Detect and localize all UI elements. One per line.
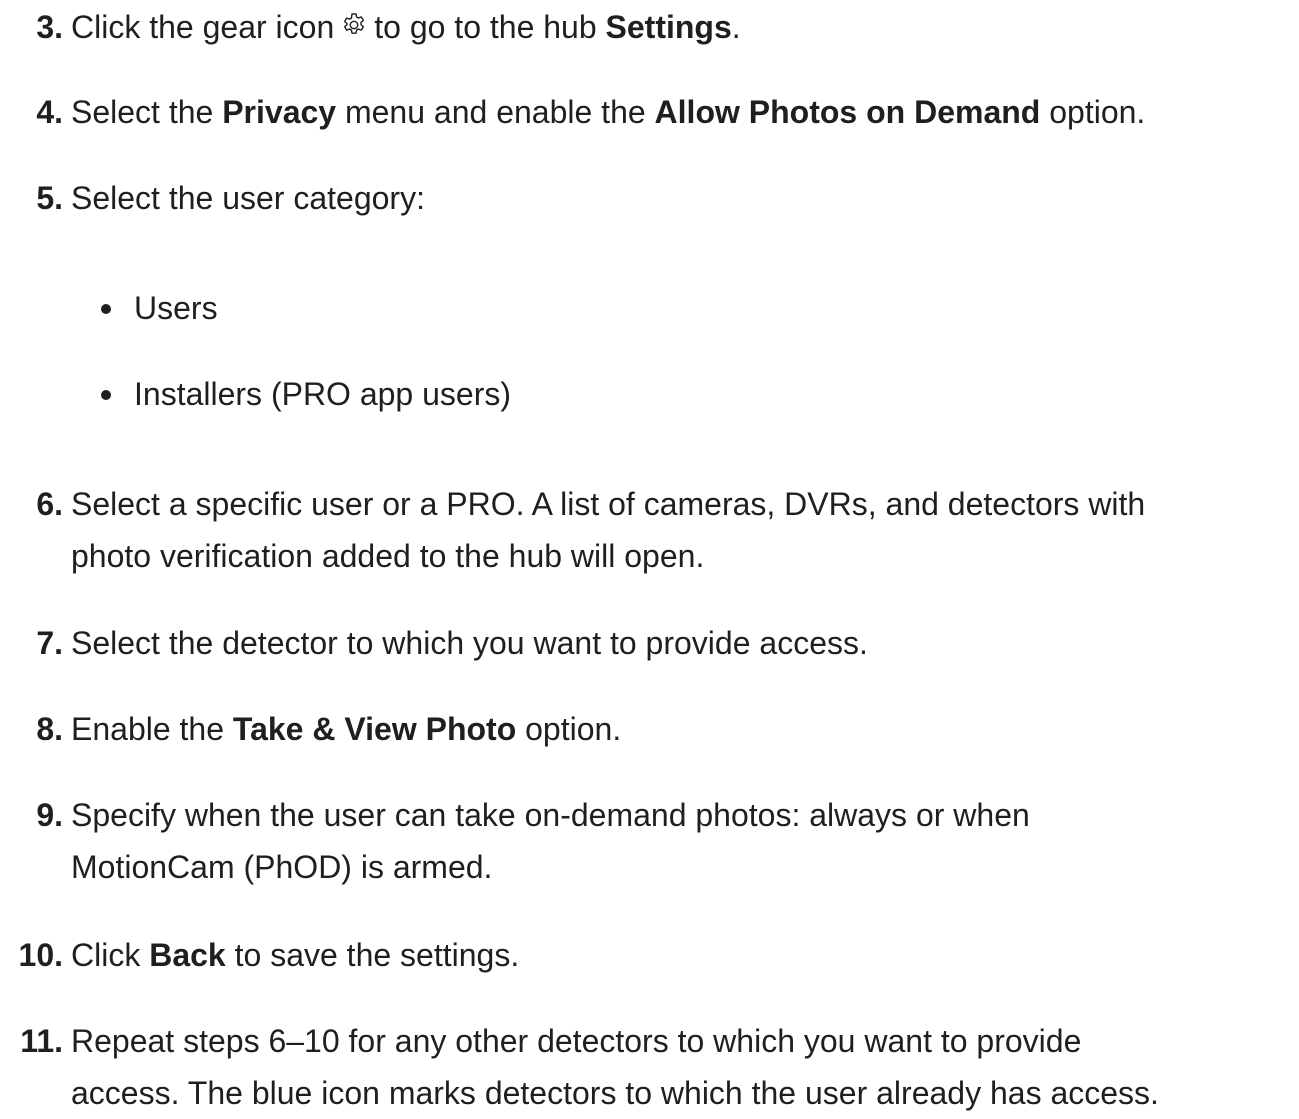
step-number: 3. — [36, 9, 63, 45]
step-8-text-pre: Enable the — [71, 711, 225, 747]
step-6-line-1: Select a specific user or a PRO. A list … — [71, 486, 1146, 522]
step-text: Specify when the user can take on-demand… — [71, 789, 1299, 893]
privacy-label: Privacy — [222, 94, 337, 130]
step-text: Select the detector to which you want to… — [71, 625, 868, 661]
step-9-line-1: Specify when the user can take on-demand… — [71, 797, 1030, 833]
step-number: 4. — [36, 94, 63, 130]
settings-label: Settings — [605, 9, 732, 45]
list-item-label: Installers (PRO app users) — [134, 376, 512, 412]
step-number: 5. — [36, 180, 63, 216]
step-text: Enable the Take & View Photo option. — [71, 703, 1299, 755]
step-number: 6. — [36, 486, 63, 522]
step-11-line-1: Repeat steps 6–10 for any other detector… — [71, 1023, 1082, 1059]
step-text: Select a specific user or a PRO. A list … — [71, 478, 1299, 582]
step-number: 7. — [36, 625, 63, 661]
step-4-text-post: option. — [1049, 94, 1146, 130]
step-4-text-mid: menu and enable the — [344, 94, 646, 130]
step-3-text-post: . — [731, 9, 741, 45]
step-3-text-pre: Click the gear icon — [71, 9, 335, 45]
back-label: Back — [149, 937, 226, 973]
step-number: 10. — [18, 937, 63, 973]
take-view-photo-label: Take & View Photo — [232, 711, 517, 747]
step-3-text-mid: to go to the hub — [374, 9, 597, 45]
step-11-line-2: access. The blue icon marks detectors to… — [71, 1075, 1159, 1111]
step-number: 11. — [20, 1023, 63, 1059]
step-number: 9. — [36, 797, 63, 833]
gear-icon — [344, 13, 365, 34]
step-text: Select the user category: — [71, 180, 425, 216]
list-item-label: Users — [134, 290, 218, 326]
step-9-line-2: MotionCam (PhOD) is armed. — [71, 849, 493, 885]
step-10-text-pre: Click — [71, 937, 141, 973]
step-text: Select the Privacy menu and enable the A… — [71, 86, 1299, 138]
step-text: Repeat steps 6–10 for any other detector… — [71, 1015, 1299, 1119]
step-text: Click the gear icon to go to the hub Sett… — [71, 1, 1299, 53]
allow-photos-on-demand-label: Allow Photos on Demand — [654, 94, 1041, 130]
instruction-steps: 3. Click the gear icon to go to the hub S… — [0, 0, 1299, 1113]
step-number: 8. — [36, 711, 63, 747]
bullet-icon — [101, 390, 111, 400]
step-6-line-2: photo verification added to the hub will… — [71, 538, 705, 574]
step-4-text-pre: Select the — [71, 94, 214, 130]
step-text: Click Back to save the settings. — [71, 929, 1299, 981]
step-10-text-post: to save the settings. — [234, 937, 520, 973]
step-8-text-post: option. — [525, 711, 622, 747]
bullet-icon — [101, 304, 111, 314]
